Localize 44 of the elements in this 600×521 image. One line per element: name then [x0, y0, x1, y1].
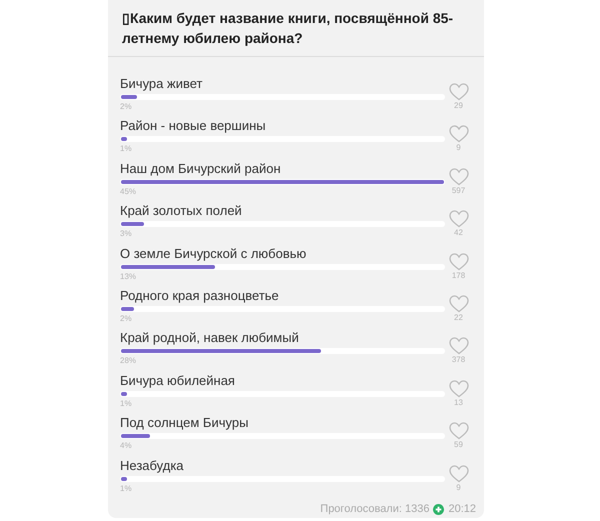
- vote-number: 378: [452, 355, 466, 366]
- option-label[interactable]: О земле Бичурской с любовью: [120, 244, 306, 262]
- percent: 2%: [120, 101, 132, 113]
- poll-question: ▯Каким будет название книги, посвящённой 85-летнему юбилею района?: [122, 9, 454, 48]
- vote-number: 9: [456, 482, 461, 493]
- heart-icon[interactable]: [448, 294, 468, 313]
- vote-number: 42: [454, 228, 463, 238]
- heart-icon[interactable]: [448, 464, 468, 483]
- heart-icon[interactable]: [448, 337, 468, 356]
- heart-icon[interactable]: [448, 210, 468, 228]
- option-label[interactable]: Наш дом Бичурский район: [120, 160, 281, 177]
- vote-number: 597: [452, 186, 466, 196]
- option-label[interactable]: Бичура живет: [120, 75, 202, 92]
- vote-number: 178: [452, 270, 466, 281]
- option-label[interactable]: Незабудка: [120, 456, 184, 474]
- vote-number: 59: [454, 440, 463, 450]
- option-label[interactable]: Край родной, навек любимый: [120, 329, 299, 346]
- vote-count: Проголосовали: 1336: [320, 502, 430, 517]
- heart-icon[interactable]: [448, 83, 468, 101]
- heart-icon[interactable]: [448, 252, 468, 271]
- vote-number: 9: [456, 143, 461, 154]
- percent: 3%: [120, 228, 132, 240]
- percent: 1%: [120, 398, 132, 410]
- plus-icon[interactable]: [433, 504, 444, 515]
- option-label[interactable]: Под солнцем Бичуры: [120, 414, 248, 432]
- percent: 1%: [120, 143, 132, 156]
- heart-icon[interactable]: [448, 422, 468, 440]
- option-label[interactable]: Край золотых полей: [120, 202, 242, 220]
- percent: 2%: [120, 312, 132, 325]
- percent: 28%: [120, 355, 136, 368]
- option-label[interactable]: Бичура юбилейная: [120, 372, 235, 389]
- option-label[interactable]: Район - новые вершины: [120, 117, 266, 134]
- percent: 1%: [120, 482, 132, 495]
- heart-icon[interactable]: [448, 380, 468, 398]
- percent: 45%: [120, 186, 136, 198]
- vote-number: 22: [454, 312, 463, 323]
- percent: 4%: [120, 440, 132, 452]
- vote-number: 13: [454, 398, 463, 408]
- vote-number: 29: [454, 101, 463, 111]
- heart-icon[interactable]: [448, 168, 468, 186]
- percent: 13%: [120, 270, 136, 283]
- option-label[interactable]: Родного края разноцветье: [120, 286, 279, 304]
- heart-icon[interactable]: [448, 125, 468, 144]
- timestamp: 20:12: [448, 502, 476, 517]
